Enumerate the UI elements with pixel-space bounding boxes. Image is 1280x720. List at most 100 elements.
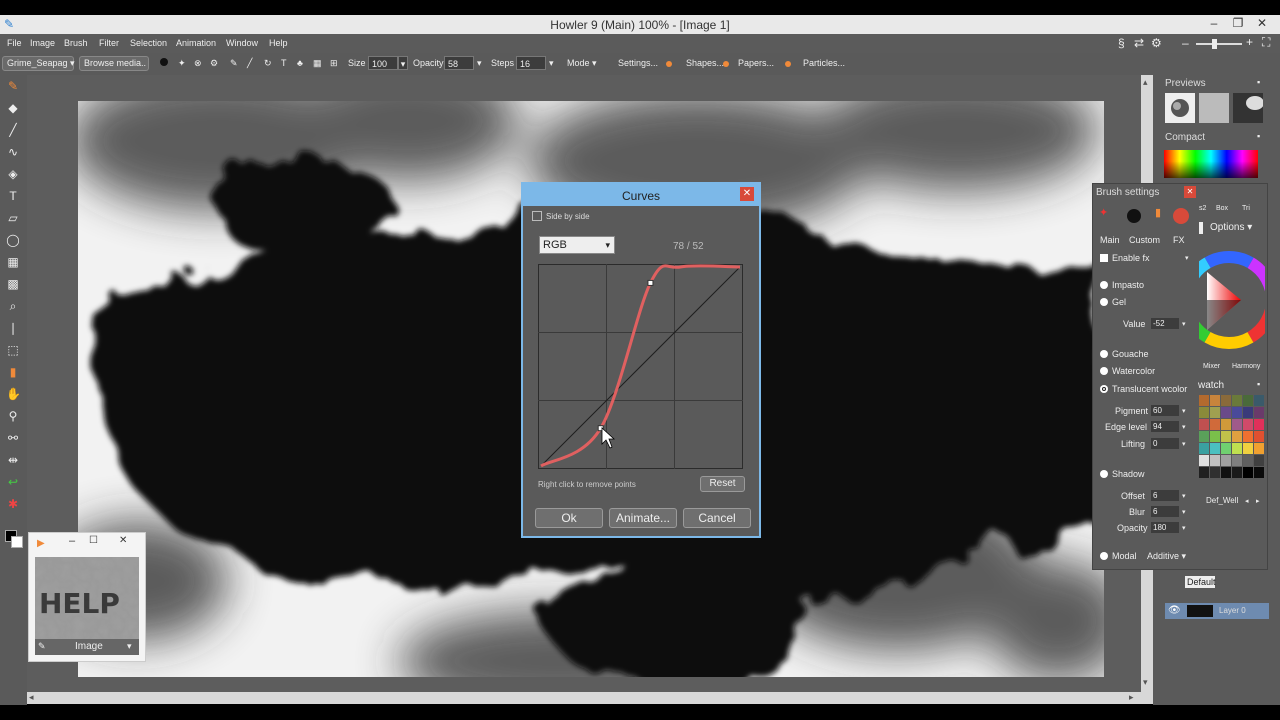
curve-graph[interactable] [538,264,743,469]
preset-dropdown[interactable]: Grime_Seapag ▾ [2,56,75,71]
minimize-icon[interactable]: – [1202,16,1226,30]
translucent-radio-dot[interactable] [1100,385,1108,393]
text-tool-icon[interactable]: T [6,189,20,203]
menu-help[interactable]: Help [269,38,288,48]
color-swatch[interactable] [1243,419,1253,430]
shadow-radio[interactable]: Shadow [1100,469,1145,479]
scroll-left-icon[interactable]: ◂ [29,692,34,703]
close-icon[interactable]: ✕ [1184,186,1196,198]
options-dropdown[interactable]: Options ▾ [1210,222,1252,233]
layer-visibility-icon[interactable]: 👁 [1168,605,1181,616]
enable-fx-dropdown-icon[interactable]: ▾ [1185,254,1189,262]
fit-screen-icon[interactable]: ⛶ [1262,35,1270,50]
side-tab-s2[interactable]: s2 [1199,205,1206,212]
papers-button[interactable]: Papers... [738,58,774,68]
pen-tool-icon[interactable]: ╱ [6,123,20,137]
brush-shape-icon[interactable] [1127,209,1141,223]
color-swatch[interactable] [1199,467,1209,478]
color-swatch[interactable] [1232,395,1242,406]
zoom-slider[interactable] [1196,43,1242,45]
color-swatch[interactable] [1199,443,1209,454]
side-by-side-label[interactable]: Side by side [546,212,590,221]
modal-radio-dot[interactable] [1100,552,1108,560]
value-dropdown-icon[interactable]: ▾ [1182,320,1186,328]
color-swatch[interactable] [1210,443,1220,454]
gouache-radio-dot[interactable] [1100,350,1108,358]
side-by-side-icon[interactable] [532,211,542,221]
color-swatch[interactable] [1221,455,1231,466]
channel-select[interactable]: RGB ▾ [539,236,615,254]
harmony-tab[interactable]: Harmony [1232,363,1260,370]
zoom-tool-icon[interactable]: ⌕ [6,299,20,313]
tab-main[interactable]: Main [1100,235,1120,245]
stamp-icon[interactable]: ♣ [297,58,303,68]
enable-fx-checkbox[interactable]: Enable fx [1100,253,1150,263]
impasto-radio-dot[interactable] [1100,281,1108,289]
opacity-input[interactable]: 58 [444,56,474,70]
curve-control-point[interactable] [647,279,654,286]
compact-menu-icon[interactable]: ▪ [1257,131,1260,141]
brush-dot-icon[interactable] [160,58,168,66]
brush-fx-icon[interactable] [1173,208,1189,224]
navigator-mode-dropdown-icon[interactable]: ▾ [127,641,132,652]
rectangle-tool-icon[interactable]: ▱ [6,211,20,225]
watercolor-radio[interactable]: Watercolor [1100,366,1155,376]
menu-file[interactable]: File [7,38,22,48]
menu-filter[interactable]: Filter [99,38,119,48]
color-swatch[interactable] [1210,395,1220,406]
shapes-button[interactable]: Shapes... [686,58,724,68]
pigment-dropdown-icon[interactable]: ▾ [1182,407,1186,415]
color-swatch[interactable] [1199,419,1209,430]
blur-input[interactable]: 6 [1151,506,1179,517]
layers-preset-dropdown[interactable]: Default [1185,576,1216,588]
impasto-radio[interactable]: Impasto [1100,280,1144,290]
side-tab-box[interactable]: Box [1216,205,1228,212]
airbrush-icon[interactable]: ⊗ [194,58,202,69]
grid-tool-icon[interactable]: ▦ [6,255,20,269]
shadow-opacity-dropdown-icon[interactable]: ▾ [1182,524,1186,532]
symmetry-icon[interactable]: ⊞ [330,58,338,69]
color-swatch[interactable] [1232,443,1242,454]
sync-icon[interactable]: ⇄ [1134,36,1144,50]
color-swatch[interactable] [1254,455,1264,466]
gear-icon[interactable]: ⚙ [1151,36,1162,50]
color-swatch[interactable] [1232,419,1242,430]
color-swatch[interactable] [1254,431,1264,442]
animate-button[interactable]: Animate... [609,508,677,528]
secondary-color-swatch[interactable] [11,536,23,548]
gel-radio[interactable]: Gel [1100,297,1126,307]
translucent-radio[interactable]: Translucent wcolor [1100,384,1187,394]
color-swatch[interactable] [1221,431,1231,442]
scroll-down-icon[interactable]: ▾ [1143,677,1148,688]
modal-radio[interactable]: Modal [1100,551,1137,561]
color-swatch[interactable] [1199,395,1209,406]
tab-custom[interactable]: Custom [1129,235,1160,245]
color-swatch[interactable] [1199,407,1209,418]
mixer-tab[interactable]: Mixer [1203,363,1220,370]
zoom-out-icon[interactable]: – [1182,36,1189,50]
mode-dropdown[interactable]: Mode ▾ [567,58,597,69]
offset-input[interactable]: 6 [1151,490,1179,501]
text-brush-icon[interactable]: T [281,58,287,68]
color-swatch[interactable] [1221,467,1231,478]
settings-button[interactable]: Settings... [618,58,658,68]
navigator-close-icon[interactable]: ✕ [119,535,127,546]
rotate-icon[interactable]: ↻ [264,58,272,69]
shadow-opacity-input[interactable]: 180 [1151,522,1179,533]
brush-tool-icon[interactable]: ✦ [178,58,186,69]
side-tab-tri[interactable]: Tri [1242,205,1250,212]
navigator-dropper-icon[interactable]: ✎ [38,641,46,652]
color-swatch[interactable] [1199,455,1209,466]
color-wheel[interactable] [1180,250,1278,350]
edge-level-dropdown-icon[interactable]: ▾ [1182,423,1186,431]
color-swatch[interactable] [1243,395,1253,406]
lasso-tool-icon[interactable]: ◯ [6,233,20,247]
watercolor-radio-dot[interactable] [1100,367,1108,375]
ok-button[interactable]: Ok [535,508,603,528]
color-swatch[interactable] [1210,455,1220,466]
previews-menu-icon[interactable]: ▪ [1257,77,1260,87]
compact-color-bar[interactable] [1164,150,1258,178]
color-swatch[interactable] [1243,443,1253,454]
navigator-minimize-icon[interactable]: – [69,535,75,547]
swatch-set-right-icon[interactable]: ▸ [1256,497,1260,505]
